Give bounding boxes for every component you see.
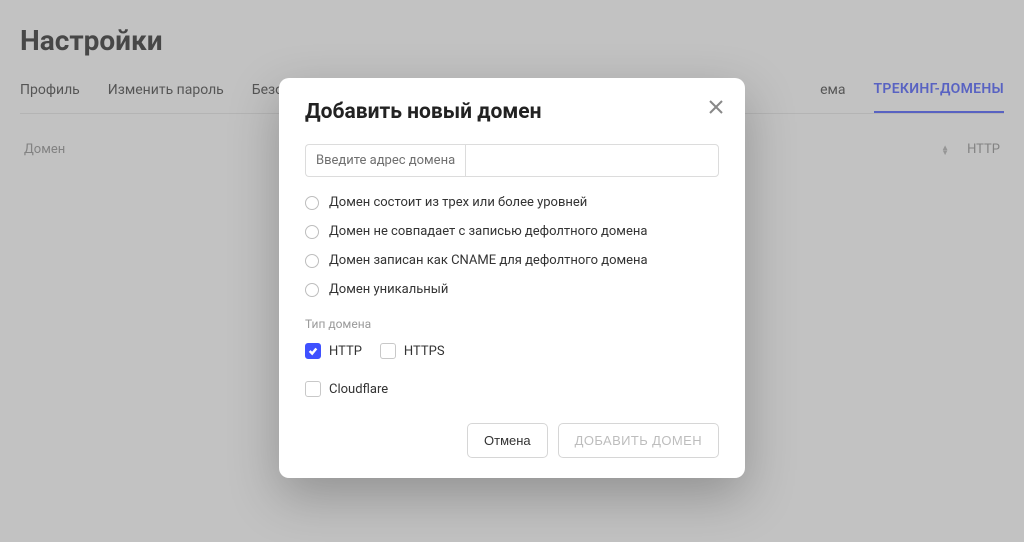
cancel-button[interactable]: Отмена — [467, 423, 548, 458]
add-domain-button[interactable]: ДОБАВИТЬ ДОМЕН — [558, 423, 719, 458]
domain-type-label: Тип домена — [305, 317, 719, 331]
checkbox-icon — [380, 343, 396, 359]
modal-overlay: Добавить новый домен Введите адрес домен… — [0, 0, 1024, 542]
domain-input-prefix: Введите адрес домена — [305, 144, 465, 177]
checkbox-icon — [305, 343, 321, 359]
checkbox-label: HTTP — [329, 344, 362, 359]
check-cname[interactable]: Домен записан как CNAME для дефолтного д… — [305, 253, 719, 268]
check-not-default[interactable]: Домен не совпадает с записью дефолтного … — [305, 224, 719, 239]
domain-input[interactable] — [465, 144, 719, 177]
close-button[interactable] — [705, 96, 727, 118]
check-icon — [308, 346, 318, 356]
checkbox-label: Cloudflare — [329, 382, 388, 397]
domain-input-group: Введите адрес домена — [305, 144, 719, 177]
modal-title: Добавить новый домен — [305, 100, 719, 124]
modal-footer: Отмена ДОБАВИТЬ ДОМЕН — [305, 423, 719, 458]
checkbox-cloudflare[interactable]: Cloudflare — [305, 381, 719, 397]
checkbox-label: HTTPS — [404, 344, 445, 359]
check-label: Домен уникальный — [329, 282, 448, 297]
close-icon — [709, 100, 723, 114]
check-unique[interactable]: Домен уникальный — [305, 282, 719, 297]
radio-icon — [305, 225, 319, 239]
protocol-row: HTTP HTTPS — [305, 343, 719, 359]
radio-icon — [305, 254, 319, 268]
check-label: Домен состоит из трех или более уровней — [329, 195, 587, 210]
radio-icon — [305, 283, 319, 297]
checkbox-icon — [305, 381, 321, 397]
check-three-levels[interactable]: Домен состоит из трех или более уровней — [305, 195, 719, 210]
add-domain-modal: Добавить новый домен Введите адрес домен… — [279, 78, 745, 478]
checkbox-http[interactable]: HTTP — [305, 343, 362, 359]
check-label: Домен не совпадает с записью дефолтного … — [329, 224, 647, 239]
checkbox-https[interactable]: HTTPS — [380, 343, 445, 359]
check-label: Домен записан как CNAME для дефолтного д… — [329, 253, 648, 268]
domain-checks: Домен состоит из трех или более уровней … — [305, 195, 719, 297]
radio-icon — [305, 196, 319, 210]
